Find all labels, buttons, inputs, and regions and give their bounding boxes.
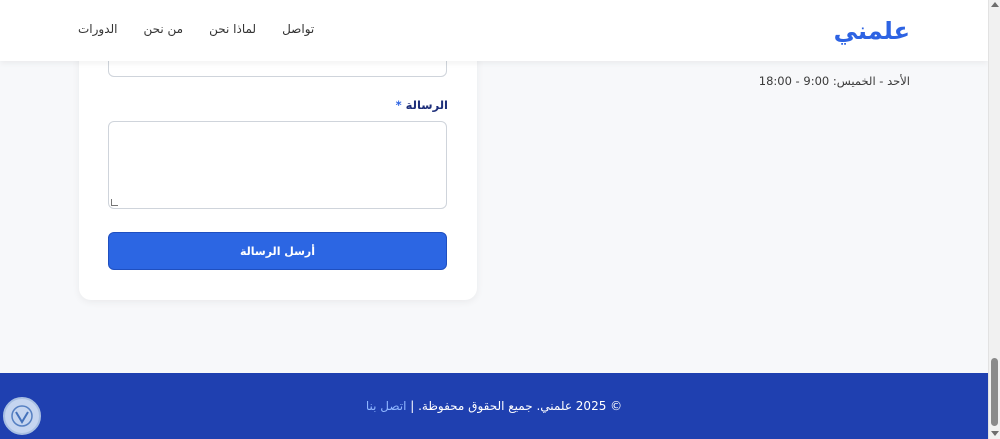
working-hours: الأحد - الخميس: 9:00 - 18:00	[758, 74, 910, 88]
contact-form-card: الرسالة * أرسل الرسالة	[79, 20, 477, 300]
main-nav: الدورات من نحن لماذا نحن تواصل	[78, 22, 314, 36]
resize-handle-icon[interactable]	[111, 199, 118, 206]
copyright-text: © 2025 علمني. جميع الحقوق محفوظة. |	[410, 399, 623, 413]
vertical-scrollbar[interactable]	[988, 0, 1000, 439]
scroll-up-arrow-icon[interactable]	[991, 2, 999, 7]
page-viewport: الأحد - الخميس: 9:00 - 18:00 الرسالة * أ…	[0, 0, 988, 439]
contact-us-link[interactable]: اتصل بنا	[366, 399, 407, 413]
required-mark: *	[395, 98, 402, 112]
nav-item-why-us[interactable]: لماذا نحن	[209, 22, 256, 36]
scrollbar-thumb[interactable]	[991, 358, 998, 426]
floating-widget-icon[interactable]	[3, 397, 41, 435]
message-label: الرسالة *	[392, 98, 448, 112]
nav-item-contact[interactable]: تواصل	[282, 22, 314, 36]
site-header: علمني الدورات من نحن لماذا نحن تواصل	[0, 0, 988, 61]
site-logo[interactable]: علمني	[834, 16, 910, 46]
nav-item-about[interactable]: من نحن	[144, 22, 184, 36]
footer-text: © 2025 علمني. جميع الحقوق محفوظة. | اتصل…	[0, 399, 988, 413]
send-message-button[interactable]: أرسل الرسالة	[108, 232, 447, 270]
footer: © 2025 علمني. جميع الحقوق محفوظة. | اتصل…	[0, 373, 988, 439]
message-label-text: الرسالة	[405, 98, 448, 112]
message-textarea[interactable]	[108, 121, 447, 209]
scroll-down-arrow-icon[interactable]	[991, 431, 999, 436]
nav-item-courses[interactable]: الدورات	[78, 22, 118, 36]
